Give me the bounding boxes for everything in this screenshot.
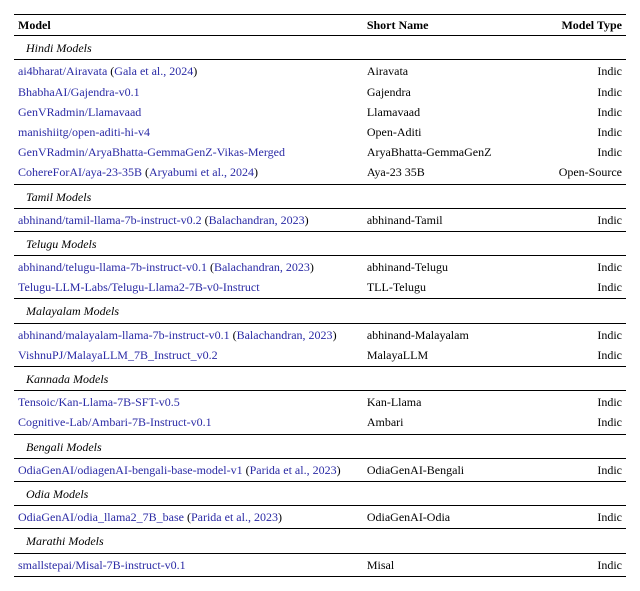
citation[interactable]: Parida et al., 2023	[191, 510, 278, 524]
section-title: Telugu Models	[18, 237, 97, 251]
section-row: Hindi Models	[14, 36, 626, 60]
table-row: GenVRadmin/Llamavaad LlamavaadIndic	[14, 102, 626, 122]
short-name: abhinand-Tamil	[363, 208, 516, 231]
section-title: Odia Models	[18, 487, 88, 501]
table-row: BhabhaAI/Gajendra-v0.1 GajendraIndic	[14, 82, 626, 102]
table-row: OdiaGenAI/odiagenAI-bengali-base-model-v…	[14, 458, 626, 481]
model-link[interactable]: GenVRadmin/AryaBhatta-GemmaGenZ-Vikas-Me…	[18, 145, 285, 159]
model-type: Open-Source	[516, 162, 626, 184]
short-name: AryaBhatta-GemmaGenZ	[363, 142, 516, 162]
model-link[interactable]: Cognitive-Lab/Ambari-7B-Instruct-v0.1	[18, 415, 212, 429]
model-type: Indic	[516, 553, 626, 576]
model-link[interactable]: abhinand/telugu-llama-7b-instruct-v0.1	[18, 260, 207, 274]
model-link[interactable]: GenVRadmin/Llamavaad	[18, 105, 141, 119]
model-link[interactable]: smallstepai/Misal-7B-instruct-v0.1	[18, 558, 186, 572]
model-type: Indic	[516, 345, 626, 367]
citation[interactable]: Balachandran, 2023	[209, 213, 305, 227]
short-name: OdiaGenAI-Bengali	[363, 458, 516, 481]
section-row: Bengali Models	[14, 434, 626, 458]
short-name: abhinand-Telugu	[363, 256, 516, 278]
citation[interactable]: Balachandran, 2023	[214, 260, 310, 274]
citation[interactable]: Balachandran, 2023	[237, 328, 333, 342]
section-row: Tamil Models	[14, 184, 626, 208]
short-name: Airavata	[363, 60, 516, 82]
section-title: Hindi Models	[18, 41, 92, 55]
section-row: Telugu Models	[14, 231, 626, 255]
model-type: Indic	[516, 391, 626, 413]
section-title: Malayalam Models	[18, 304, 119, 318]
short-name: abhinand-Malayalam	[363, 323, 516, 345]
section-row: Odia Models	[14, 481, 626, 505]
model-type: Indic	[516, 256, 626, 278]
table-row: Cognitive-Lab/Ambari-7B-Instruct-v0.1 Amb…	[14, 412, 626, 434]
model-link[interactable]: Tensoic/Kan-Llama-7B-SFT-v0.5	[18, 395, 180, 409]
model-type: Indic	[516, 82, 626, 102]
section-row: Malayalam Models	[14, 299, 626, 323]
model-link[interactable]: VishnuPJ/MalayaLLM_7B_Instruct_v0.2	[18, 348, 218, 362]
model-link[interactable]: Telugu-LLM-Labs/Telugu-Llama2-7B-v0-Inst…	[18, 280, 260, 294]
model-type: Indic	[516, 102, 626, 122]
short-name: Llamavaad	[363, 102, 516, 122]
table-row: CohereForAI/aya-23-35B (Aryabumi et al.,…	[14, 162, 626, 184]
section-title: Tamil Models	[18, 190, 91, 204]
section-title: Bengali Models	[18, 440, 102, 454]
model-type: Indic	[516, 142, 626, 162]
citation[interactable]: Aryabumi et al., 2024	[149, 165, 254, 179]
table-row: OdiaGenAI/odia_llama2_7B_base (Parida et…	[14, 506, 626, 529]
section-title: Kannada Models	[18, 372, 108, 386]
model-link[interactable]: abhinand/malayalam-llama-7b-instruct-v0.…	[18, 328, 230, 342]
short-name: Aya-23 35B	[363, 162, 516, 184]
short-name: Gajendra	[363, 82, 516, 102]
model-type: Indic	[516, 277, 626, 299]
short-name: Open-Aditi	[363, 122, 516, 142]
models-table: Model Short Name Model Type Hindi Models…	[14, 14, 626, 577]
model-type: Indic	[516, 122, 626, 142]
model-type: Indic	[516, 506, 626, 529]
model-link[interactable]: CohereForAI/aya-23-35B	[18, 165, 142, 179]
model-type: Indic	[516, 208, 626, 231]
table-row: Tensoic/Kan-Llama-7B-SFT-v0.5 Kan-LlamaIn…	[14, 391, 626, 413]
short-name: OdiaGenAI-Odia	[363, 506, 516, 529]
model-type: Indic	[516, 412, 626, 434]
section-title: Marathi Models	[18, 534, 104, 548]
table-row: abhinand/malayalam-llama-7b-instruct-v0.…	[14, 323, 626, 345]
model-link[interactable]: OdiaGenAI/odia_llama2_7B_base	[18, 510, 184, 524]
table-row: GenVRadmin/AryaBhatta-GemmaGenZ-Vikas-Me…	[14, 142, 626, 162]
short-name: TLL-Telugu	[363, 277, 516, 299]
model-link[interactable]: manishiitg/open-aditi-hi-v4	[18, 125, 150, 139]
table-row: ai4bharat/Airavata (Gala et al., 2024)Ai…	[14, 60, 626, 82]
table-row: abhinand/telugu-llama-7b-instruct-v0.1 (…	[14, 256, 626, 278]
section-row: Marathi Models	[14, 529, 626, 553]
table-row: smallstepai/Misal-7B-instruct-v0.1 MisalI…	[14, 553, 626, 576]
short-name: Kan-Llama	[363, 391, 516, 413]
short-name: Ambari	[363, 412, 516, 434]
model-type: Indic	[516, 458, 626, 481]
short-name: Misal	[363, 553, 516, 576]
citation[interactable]: Gala et al., 2024	[114, 64, 193, 78]
table-row: manishiitg/open-aditi-hi-v4 Open-AditiInd…	[14, 122, 626, 142]
model-link[interactable]: OdiaGenAI/odiagenAI-bengali-base-model-v…	[18, 463, 243, 477]
citation[interactable]: Parida et al., 2023	[250, 463, 337, 477]
header-model: Model	[14, 15, 363, 36]
table-row: Telugu-LLM-Labs/Telugu-Llama2-7B-v0-Inst…	[14, 277, 626, 299]
header-short: Short Name	[363, 15, 516, 36]
model-link[interactable]: ai4bharat/Airavata	[18, 64, 107, 78]
model-link[interactable]: abhinand/tamil-llama-7b-instruct-v0.2	[18, 213, 202, 227]
short-name: MalayaLLM	[363, 345, 516, 367]
table-row: VishnuPJ/MalayaLLM_7B_Instruct_v0.2 Malay…	[14, 345, 626, 367]
table-row: abhinand/tamil-llama-7b-instruct-v0.2 (B…	[14, 208, 626, 231]
model-type: Indic	[516, 323, 626, 345]
header-type: Model Type	[516, 15, 626, 36]
model-type: Indic	[516, 60, 626, 82]
model-link[interactable]: BhabhaAI/Gajendra-v0.1	[18, 85, 140, 99]
table-header-row: Model Short Name Model Type	[14, 15, 626, 36]
section-row: Kannada Models	[14, 367, 626, 391]
